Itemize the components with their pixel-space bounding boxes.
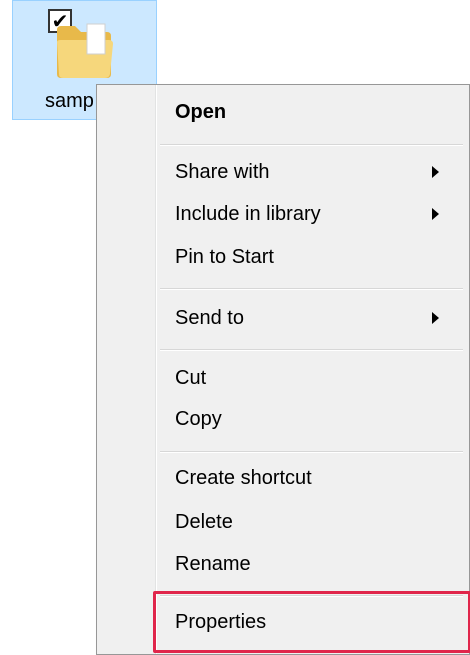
menu-item-share-with[interactable]: Share with	[101, 151, 465, 193]
menu-item-label: Send to	[175, 306, 244, 329]
menu-item-label: Share with	[175, 160, 270, 183]
menu-item-label: Pin to Start	[175, 245, 274, 268]
folder-label: samp	[45, 90, 94, 112]
menu-separator	[160, 144, 463, 146]
chevron-right-icon	[432, 166, 439, 178]
menu-item-label: Open	[175, 100, 227, 123]
menu-separator	[160, 288, 463, 290]
menu-item-copy[interactable]: Copy	[101, 398, 465, 440]
menu-item-label: Delete	[175, 510, 233, 533]
menu-item-pin-to-start[interactable]: Pin to Start	[101, 236, 465, 278]
menu-item-cut[interactable]: Cut	[101, 357, 465, 399]
context-menu: Open Share with Include in library Pin t…	[96, 84, 470, 655]
menu-item-send-to[interactable]: Send to	[101, 297, 465, 339]
menu-item-delete[interactable]: Delete	[101, 501, 465, 543]
menu-item-label: Include in library	[175, 202, 321, 225]
menu-item-label: Create shortcut	[175, 466, 312, 489]
menu-item-open[interactable]: Open	[101, 91, 465, 133]
menu-item-label: Cut	[175, 366, 207, 389]
folder-icon	[57, 23, 113, 78]
chevron-right-icon	[432, 312, 439, 324]
menu-item-create-shortcut[interactable]: Create shortcut	[101, 457, 465, 499]
chevron-right-icon	[432, 208, 439, 220]
menu-item-label: Copy	[175, 407, 222, 430]
menu-separator	[160, 451, 463, 453]
properties-highlight-box	[153, 591, 470, 653]
menu-item-rename[interactable]: Rename	[101, 543, 465, 585]
menu-item-label: Rename	[175, 552, 251, 575]
menu-separator	[160, 349, 463, 351]
menu-item-include-in-library[interactable]: Include in library	[101, 193, 465, 235]
